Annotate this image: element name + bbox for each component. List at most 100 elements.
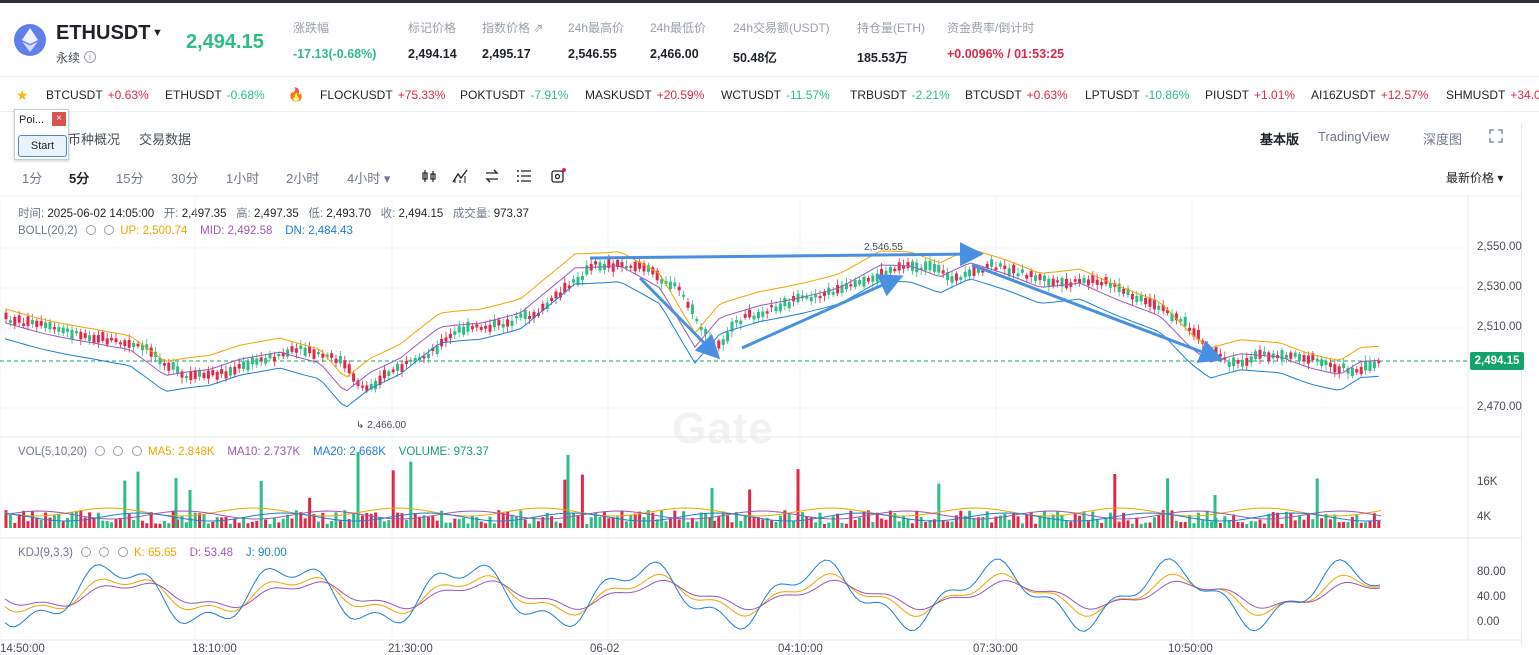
interval-5m[interactable]: 5分 [69, 168, 89, 187]
volume-bar [1306, 513, 1310, 528]
kdj-d-line [4, 579, 1381, 611]
candle-body [1218, 353, 1222, 357]
candle-body [1284, 354, 1288, 359]
visibility-eye-icon[interactable] [95, 446, 106, 456]
volume-bar [770, 520, 774, 528]
tab-basic-version[interactable]: 基本版 [1260, 129, 1299, 148]
tab-depth-chart[interactable]: 深度图 [1423, 129, 1462, 148]
stat-funding-rate: 资金费率/倒计时 +0.0096% / 01:53:25 [947, 19, 1064, 61]
close-circle-icon[interactable] [117, 547, 128, 557]
candle-body [330, 353, 334, 358]
ticker-item[interactable]: BTCUSDT +0.63% [965, 88, 1068, 102]
candle-body [290, 346, 294, 352]
candle-body [272, 356, 276, 362]
popup-close-button[interactable]: × [52, 112, 66, 126]
symbol-title[interactable]: ETHUSDT [56, 22, 150, 45]
volume-bar [396, 512, 400, 528]
volume-bar [378, 516, 382, 528]
volume-bar [1135, 517, 1139, 528]
list-settings-icon[interactable] [516, 168, 532, 184]
candle-body [4, 312, 8, 320]
volume-bar [880, 518, 884, 528]
info-icon[interactable]: i [84, 51, 96, 63]
tab-trading-data[interactable]: 交易数据 [139, 129, 191, 148]
interval-1m[interactable]: 1分 [22, 168, 42, 187]
volume-bar [118, 517, 122, 528]
settings-gear-icon[interactable] [103, 225, 114, 235]
trend-arrow [741, 274, 904, 350]
scrollbar[interactable] [1521, 124, 1527, 644]
close-circle-icon[interactable] [131, 446, 142, 456]
candle-body [800, 295, 804, 299]
interval-1h[interactable]: 1小时 [226, 168, 259, 187]
kdj-k-line [4, 572, 1381, 618]
candle-body [946, 271, 950, 280]
interval-2h[interactable]: 2小时 [286, 168, 319, 187]
candle-body [70, 329, 74, 340]
volume-bar [805, 516, 809, 528]
volume-bar [638, 511, 642, 528]
tab-tradingview[interactable]: TradingView [1318, 129, 1390, 144]
interval-30m[interactable]: 30分 [171, 168, 198, 187]
ticker-item[interactable]: POKTUSDT -7.91% [460, 88, 568, 102]
volume-bar [242, 516, 246, 528]
volume-bar [1289, 512, 1293, 528]
visibility-eye-icon[interactable] [85, 225, 96, 235]
price-type-select[interactable]: 最新价格 ▾ [1446, 169, 1503, 186]
candle-body [1337, 366, 1341, 374]
settings-gear-icon[interactable] [99, 547, 110, 557]
candle-body [123, 340, 127, 347]
candle-body [224, 371, 228, 379]
volume-bar [321, 512, 325, 528]
candle-body [268, 353, 272, 359]
chart-settings-icon[interactable] [550, 168, 566, 184]
volume-bar [316, 521, 320, 528]
volume-bar [554, 521, 558, 528]
tab-coin-overview[interactable]: 币种概况 [68, 129, 120, 148]
interval-15m[interactable]: 15分 [116, 168, 143, 187]
ticker-item[interactable]: TRBUSDT -2.21% [850, 88, 950, 102]
candle-body [880, 268, 884, 277]
volume-bar [906, 518, 910, 528]
symbol-dropdown-icon[interactable]: ▼ [152, 27, 163, 39]
volume-bar [290, 518, 294, 528]
candle-body [796, 293, 800, 303]
candle-body [1201, 340, 1205, 345]
ticker-item[interactable]: BTCUSDT +0.63% [46, 88, 149, 102]
ticker-item[interactable]: WCTUSDT -11.57% [721, 88, 830, 102]
volume-bar [435, 520, 439, 528]
volume-bar [924, 521, 928, 528]
interval-4h[interactable]: 4小时 ▾ [347, 168, 390, 187]
candlestick-icon[interactable] [421, 168, 437, 184]
volume-bar [1262, 523, 1266, 528]
popup-start-button[interactable]: Start [18, 135, 67, 157]
candle-body [1056, 280, 1060, 283]
settings-gear-icon[interactable] [113, 446, 124, 456]
ticker-item[interactable]: PIUSDT +1.01% [1205, 88, 1295, 102]
stat-value: 2,546.55 [568, 47, 617, 61]
external-link-icon[interactable]: ⇗ [533, 21, 543, 35]
volume-bar [184, 522, 188, 528]
candle-body [79, 331, 83, 340]
visibility-eye-icon[interactable] [81, 547, 92, 557]
candle-body [739, 320, 743, 325]
volume-bar [308, 497, 312, 528]
volume-bar [893, 513, 897, 528]
ticker-item[interactable]: AI16ZUSDT +12.57% [1311, 88, 1428, 102]
indicator-icon[interactable] [452, 168, 468, 184]
fullscreen-icon[interactable] [1489, 129, 1503, 143]
ticker-item[interactable]: MASKUSDT +20.59% [585, 88, 704, 102]
candle-body [242, 361, 246, 370]
ticker-item[interactable]: ETHUSDT -0.68% [165, 88, 265, 102]
favorite-star-icon[interactable]: ★ [16, 87, 29, 104]
ticker-item[interactable]: FLOCKUSDT +75.33% [320, 88, 445, 102]
volume-bar [206, 523, 210, 528]
ticker-item[interactable]: SHMUSDT +34.0 [1446, 88, 1539, 102]
ticker-item[interactable]: LPTUSDT -10.86% [1085, 88, 1189, 102]
volume-bar [765, 517, 769, 528]
candle-body [576, 276, 580, 285]
compare-icon[interactable] [484, 168, 500, 184]
volume-bar [70, 512, 74, 528]
candle-body [457, 326, 461, 333]
candle-body [1276, 355, 1280, 359]
